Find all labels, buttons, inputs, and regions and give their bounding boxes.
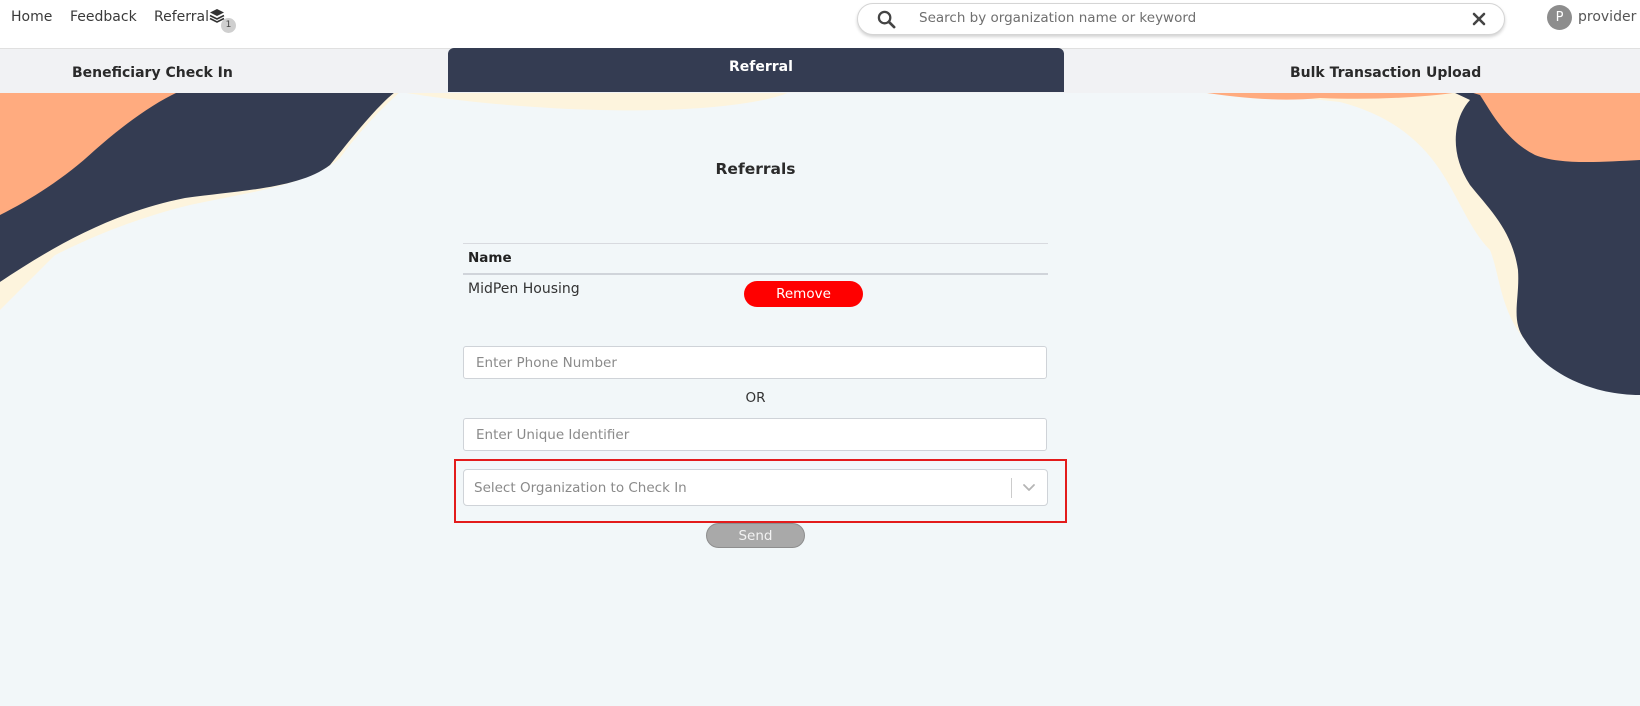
close-icon[interactable] xyxy=(1472,12,1486,26)
tab-beneficiary-check-in[interactable]: Beneficiary Check In xyxy=(72,65,233,81)
tab-bulk-transaction-upload[interactable]: Bulk Transaction Upload xyxy=(1290,65,1481,81)
referral-stack-icon[interactable]: 1 xyxy=(209,8,237,34)
search-icon xyxy=(877,10,896,29)
nav-home-link[interactable]: Home xyxy=(11,9,52,25)
chevron-down-icon[interactable] xyxy=(1021,478,1037,498)
page-title: Referrals xyxy=(715,160,796,178)
remove-button[interactable]: Remove xyxy=(744,281,863,307)
unique-identifier-field[interactable]: Enter Unique Identifier xyxy=(463,418,1047,451)
organization-select[interactable]: Select Organization to Check In xyxy=(463,469,1048,506)
table-header-name: Name xyxy=(468,250,512,266)
referral-count-badge: 1 xyxy=(221,18,236,33)
phone-number-field[interactable]: Enter Phone Number xyxy=(463,346,1047,379)
user-menu[interactable]: provider xyxy=(1578,9,1636,25)
tab-referral[interactable]: Referral xyxy=(729,59,793,75)
nav-feedback-link[interactable]: Feedback xyxy=(70,9,137,25)
top-nav: Home Feedback Referral 1 Search by organ… xyxy=(0,0,1640,48)
unique-identifier-placeholder: Enter Unique Identifier xyxy=(476,427,630,443)
nav-referral-link[interactable]: Referral xyxy=(154,9,209,25)
organization-select-placeholder: Select Organization to Check In xyxy=(474,480,687,496)
table-header-border xyxy=(463,273,1048,275)
table-top-border xyxy=(463,243,1048,244)
phone-number-placeholder: Enter Phone Number xyxy=(476,355,617,371)
or-divider: OR xyxy=(745,390,766,406)
search-input[interactable]: Search by organization name or keyword xyxy=(919,10,1196,26)
select-separator xyxy=(1011,478,1012,498)
table-row-name: MidPen Housing xyxy=(468,281,580,297)
avatar[interactable]: P xyxy=(1547,5,1572,30)
search-bar[interactable]: Search by organization name or keyword xyxy=(857,3,1505,35)
send-button[interactable]: Send xyxy=(706,523,805,548)
